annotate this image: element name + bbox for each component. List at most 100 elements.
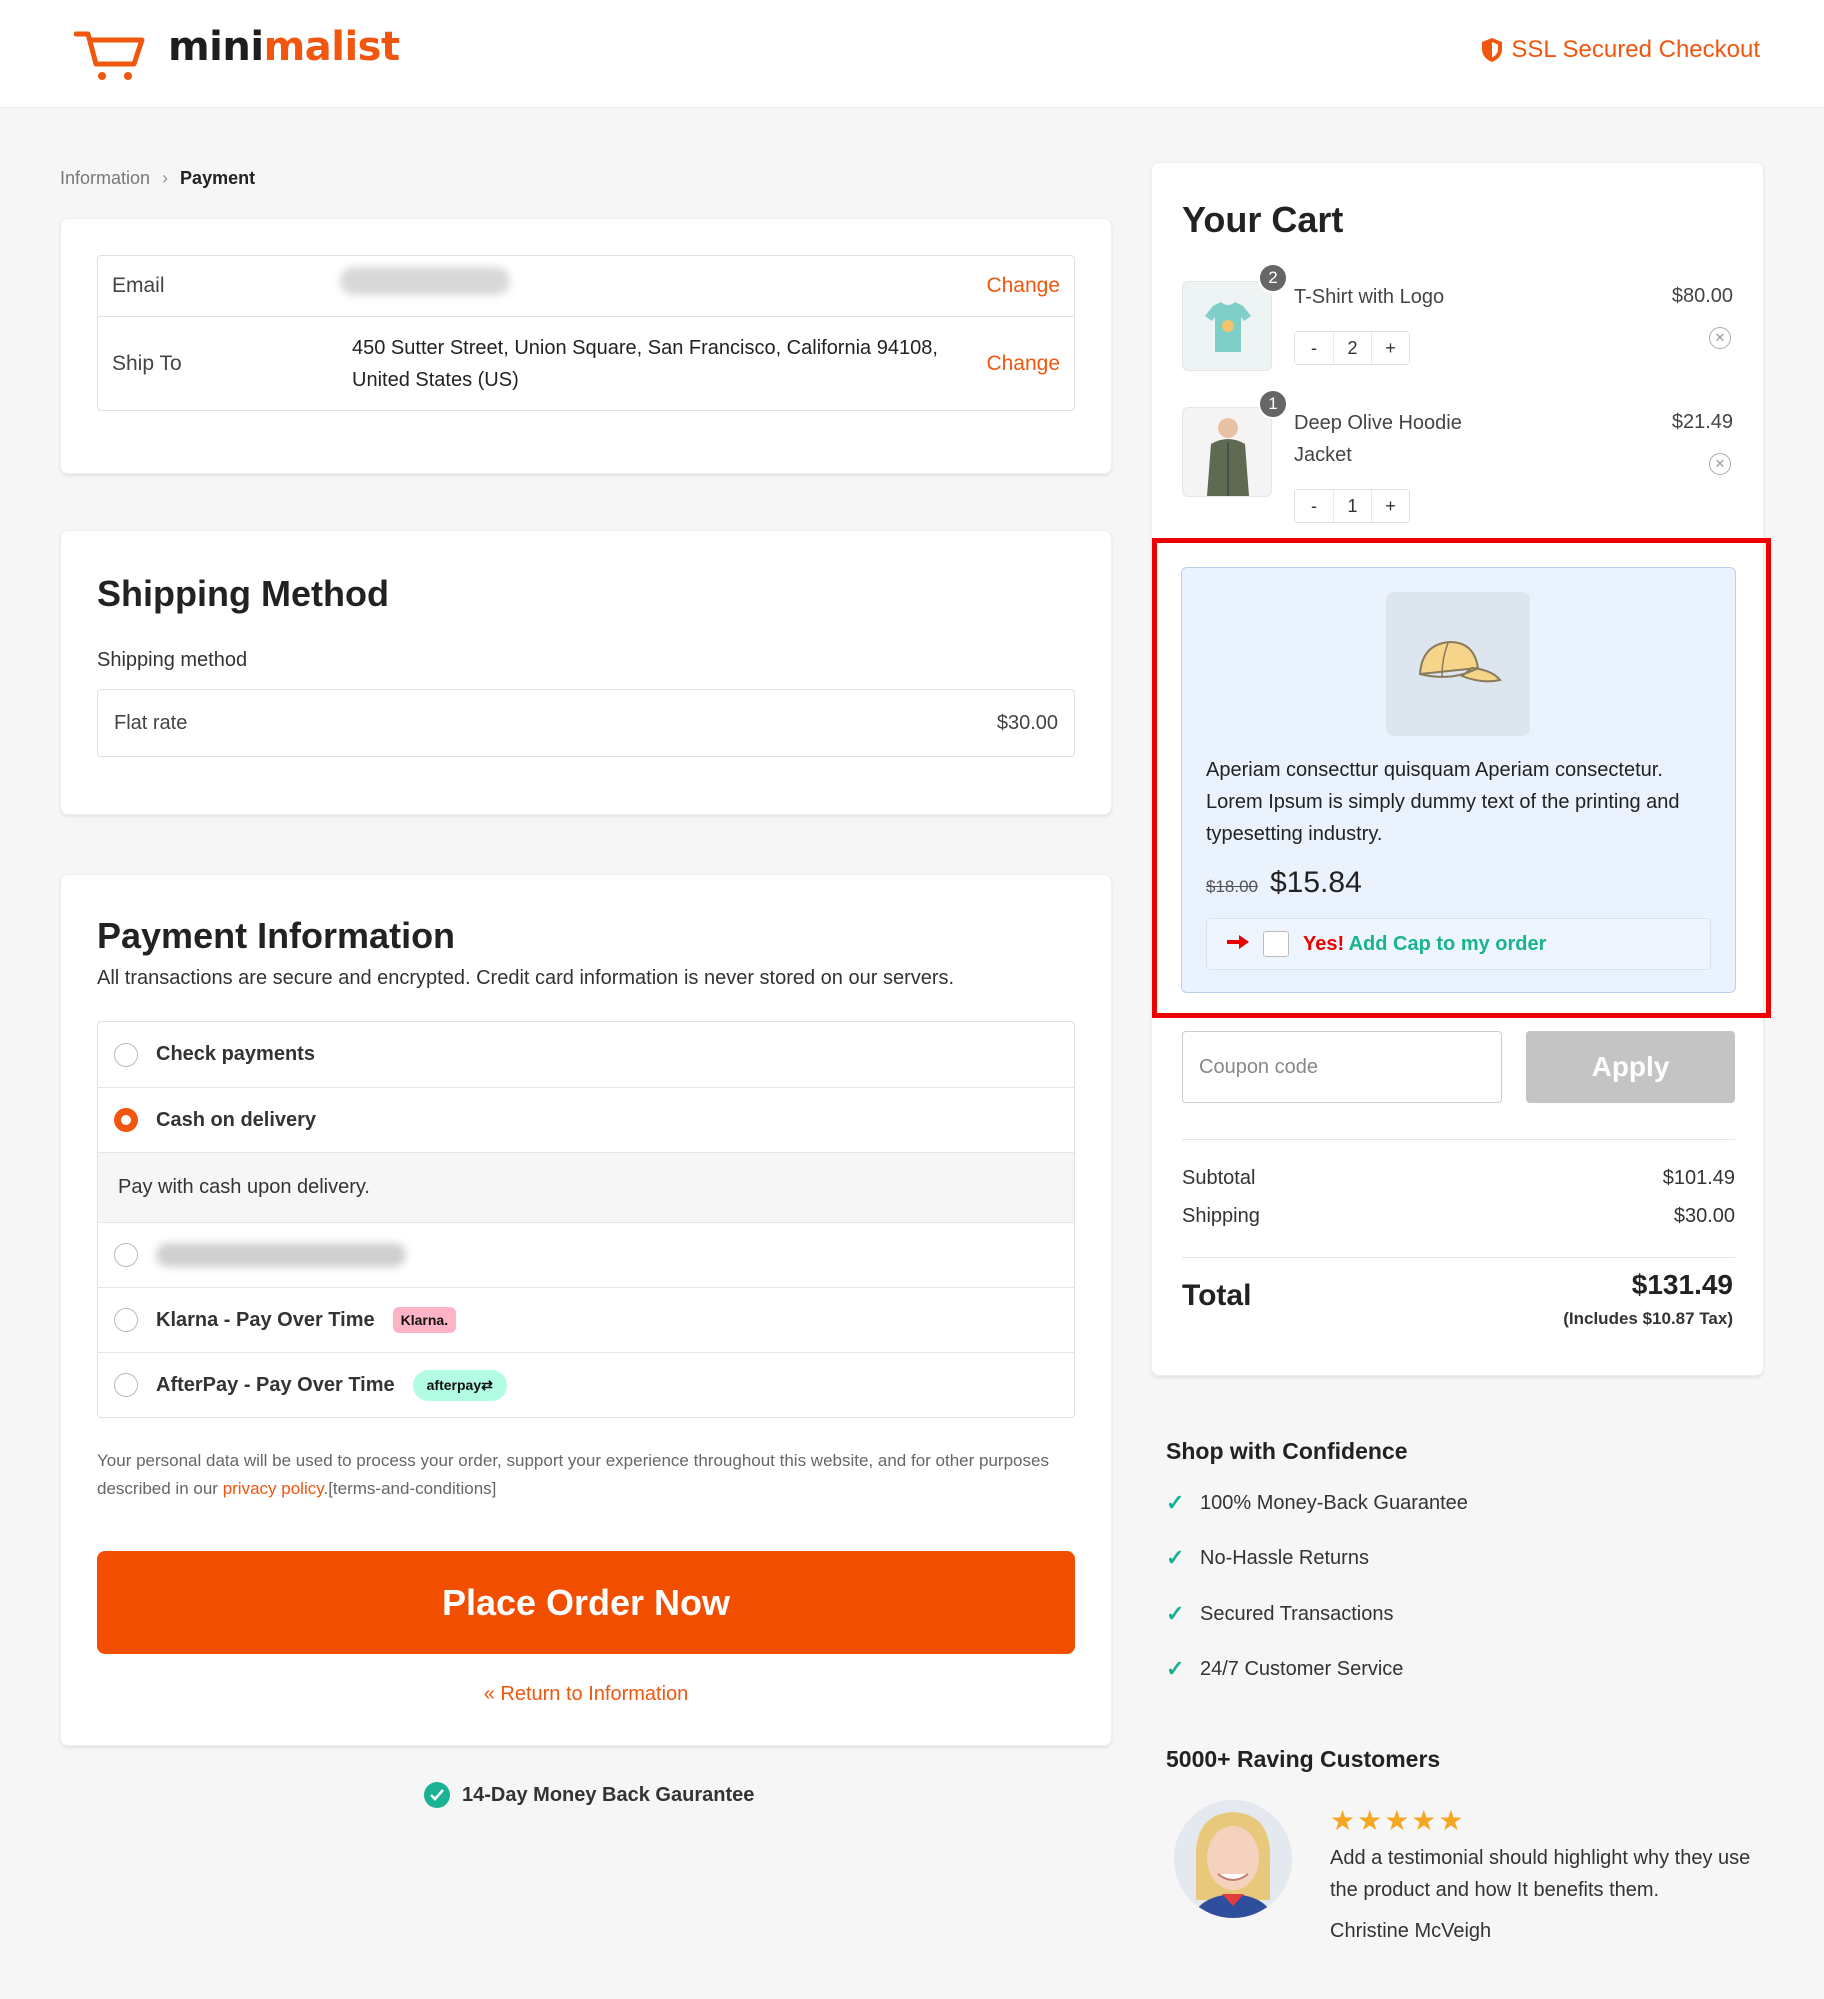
item-price: $21.49 [1671, 411, 1733, 433]
shipping-option-name: Flat rate [114, 711, 188, 734]
bump-description: Aperiam consecttur quisquam Aperiam cons… [1206, 759, 1680, 845]
shipping-value: $30.00 [1673, 1205, 1735, 1227]
add-cap-checkbox[interactable] [1263, 931, 1289, 957]
remove-item-icon[interactable]: ✕ [1709, 453, 1731, 475]
payment-option-label: Klarna - Pay Over Time [156, 1308, 375, 1331]
cart-logo-icon [74, 31, 145, 80]
confidence-item: ✓ 24/7 Customer Service [1166, 1656, 1404, 1681]
chevron-right-icon: › [162, 168, 169, 188]
payment-methods-list: Check payments Cash on delivery Pay with… [97, 1021, 1075, 1418]
confidence-item: ✓ No-Hassle Returns [1166, 1545, 1369, 1570]
confidence-item: ✓ 100% Money-Back Guarantee [1166, 1490, 1468, 1515]
shipping-method-card: Shipping Method Shipping method Flat rat… [60, 530, 1112, 815]
payment-option-klarna[interactable]: Klarna - Pay Over Time Klarna. [98, 1287, 1074, 1352]
payment-card: Payment Information All transactions are… [60, 874, 1112, 1746]
email-label: Email [112, 274, 165, 297]
shield-icon [1482, 38, 1503, 62]
checkmark-icon: ✓ [1166, 1490, 1185, 1515]
shipping-label: Shipping [1182, 1205, 1260, 1227]
payment-option-check[interactable]: Check payments [98, 1022, 1074, 1087]
coupon-input[interactable]: Coupon code [1182, 1031, 1502, 1103]
quantity-value[interactable]: 1 [1333, 490, 1371, 522]
breadcrumb-payment: Payment [180, 168, 256, 188]
radio-button[interactable] [114, 1042, 138, 1067]
return-to-information-link[interactable]: « Return to Information [61, 1683, 1111, 1706]
address-line-2: United States (US) [352, 368, 519, 391]
radio-button[interactable] [114, 1308, 138, 1332]
reviews-title: 5000+ Raving Customers [1166, 1746, 1441, 1772]
tax-note: (Includes $10.87 Tax) [1563, 1309, 1733, 1328]
checkmark-icon: ✓ [1166, 1545, 1185, 1570]
quantity-value[interactable]: 2 [1333, 332, 1371, 364]
quantity-stepper: - 1 + [1294, 489, 1410, 523]
email-value-redacted [340, 267, 510, 295]
change-email-link[interactable]: Change [986, 274, 1060, 298]
payment-option-label: Check payments [156, 1043, 315, 1065]
privacy-policy-link[interactable]: privacy policy [223, 1479, 324, 1498]
payment-subtitle: All transactions are secure and encrypte… [97, 967, 955, 989]
ship-to-row: Ship To 450 Sutter Street, Union Square,… [98, 316, 1074, 410]
ship-to-address: 450 Sutter Street, Union Square, San Fra… [340, 332, 986, 396]
shipping-option[interactable]: Flat rate $30.00 [97, 689, 1075, 757]
add-cap-label[interactable]: Yes! Add Cap to my order [1303, 933, 1546, 956]
shipping-option-price: $30.00 [996, 711, 1058, 734]
cap-image [1386, 592, 1530, 736]
cart-title: Your Cart [1182, 199, 1344, 240]
radio-button-selected[interactable] [114, 1108, 138, 1132]
arrow-right-icon [1227, 934, 1249, 954]
hoodie-thumbnail [1182, 407, 1272, 497]
apply-coupon-button[interactable]: Apply [1526, 1031, 1735, 1103]
shipping-row: Shipping $30.00 [1182, 1205, 1735, 1228]
remove-item-icon[interactable]: ✕ [1709, 327, 1731, 349]
site-header: minimalist SSL Secured Checkout [0, 0, 1824, 108]
address-line-1: 450 Sutter Street, Union Square, San Fra… [352, 336, 938, 359]
klarna-badge: Klarna. [392, 1307, 457, 1333]
divider [1182, 1257, 1735, 1258]
testimonial-author: Christine McVeigh [1330, 1920, 1492, 1942]
payment-option-afterpay[interactable]: AfterPay - Pay Over Time afterpay⇄ [98, 1352, 1074, 1417]
shipping-title: Shipping Method [97, 573, 389, 614]
radio-button[interactable] [114, 1243, 138, 1267]
checkmark-icon: ✓ [1166, 1601, 1185, 1626]
contact-summary-card: Email Change Ship To 450 Sutter Street, … [60, 218, 1112, 474]
total-label: Total [1182, 1279, 1252, 1312]
bump-price: $18.00 $15.84 [1206, 866, 1362, 900]
item-price: $80.00 [1671, 285, 1733, 307]
payment-option-cod[interactable]: Cash on delivery [98, 1087, 1074, 1152]
add-cap-checkbox-row[interactable]: Yes! Add Cap to my order [1206, 918, 1711, 970]
decrement-button[interactable]: - [1295, 332, 1333, 364]
check-circle-icon [424, 1782, 450, 1808]
money-back-guarantee: 14-Day Money Back Gaurantee [424, 1782, 754, 1808]
item-name: T-Shirt with Logo [1294, 286, 1445, 308]
payment-option-label-redacted [156, 1243, 406, 1267]
item-quantity-badge: 1 [1258, 389, 1288, 419]
breadcrumb-information[interactable]: Information [60, 168, 150, 189]
order-bump-offer: Aperiam consecttur quisquam Aperiam cons… [1181, 567, 1736, 993]
place-order-button[interactable]: Place Order Now [97, 1551, 1075, 1654]
bump-new-price: $15.84 [1270, 866, 1362, 899]
payment-option-label: Cash on delivery [156, 1108, 317, 1131]
decrement-button[interactable]: - [1295, 490, 1333, 522]
confidence-title: Shop with Confidence [1166, 1438, 1408, 1464]
email-row: Email Change [98, 256, 1074, 316]
guarantee-label: 14-Day Money Back Gaurantee [462, 1783, 755, 1806]
payment-option-label: AfterPay - Pay Over Time [156, 1373, 395, 1396]
increment-button[interactable]: + [1371, 490, 1409, 522]
checkmark-icon: ✓ [1166, 1656, 1185, 1681]
tshirt-thumbnail [1182, 281, 1272, 371]
change-address-link[interactable]: Change [986, 352, 1060, 376]
afterpay-badge: afterpay⇄ [412, 1369, 507, 1401]
increment-button[interactable]: + [1371, 332, 1409, 364]
breadcrumb: Information › Payment [60, 168, 255, 189]
testimonial-text: Add a testimonial should highlight why t… [1330, 1847, 1751, 1901]
divider [1182, 1139, 1735, 1140]
item-name: Deep Olive Hoodie Jacket [1294, 412, 1462, 466]
payment-title: Payment Information [97, 915, 456, 956]
rating-stars: ★★★★★ [1330, 1805, 1466, 1836]
radio-button[interactable] [114, 1373, 138, 1397]
payment-option-redacted[interactable] [98, 1222, 1074, 1287]
ssl-badge: SSL Secured Checkout [1481, 36, 1760, 64]
subtotal-label: Subtotal [1182, 1167, 1256, 1189]
customer-avatar [1174, 1800, 1292, 1918]
logo-wordmark[interactable]: minimalist [168, 24, 400, 70]
